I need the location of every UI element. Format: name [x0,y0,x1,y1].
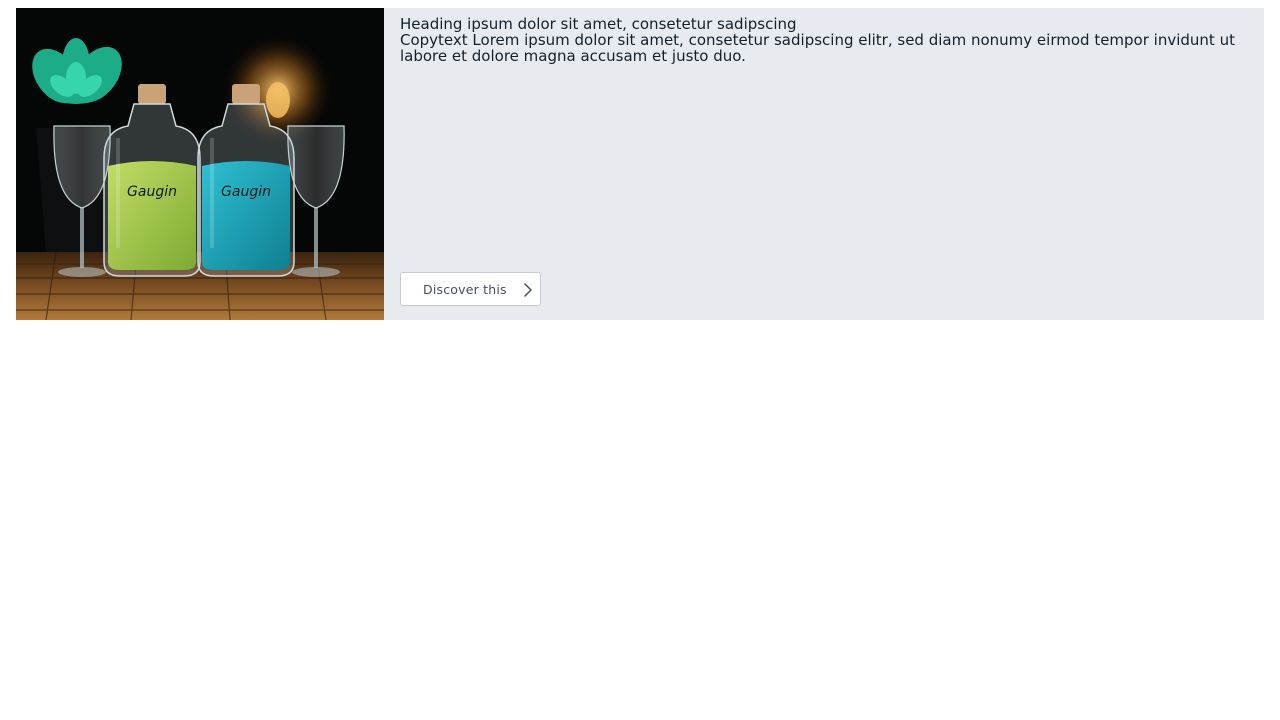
bottle-left-brand: Gaugin [127,184,177,200]
discover-button-label: Discover this [423,281,507,297]
teaser-heading: Heading ipsum dolor sit amet, consetetur… [400,15,797,33]
teaser-card: Gaugin Gaugin Heading ipsum dolor sit am… [16,8,1264,320]
bottle-right-brand: Gaugin [221,184,271,200]
chevron-right-icon [524,283,532,297]
teaser-content: Heading ipsum dolor sit amet, consetetur… [384,8,1264,320]
product-image: Gaugin Gaugin [16,8,384,320]
teaser-copytext: Copytext Lorem ipsum dolor sit amet, con… [400,31,1235,65]
discover-button[interactable]: Discover this [400,272,541,306]
